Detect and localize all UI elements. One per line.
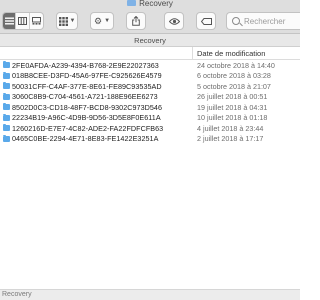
folder-icon [3,113,10,121]
column-view-icon [18,17,28,25]
file-row[interactable]: 0465C0BE-2294-4E71-8E83-FE1422E3251A 2 j… [0,134,300,145]
file-list: 2FE0AFDA-A239-4394-B768-2E9E22027363 24 … [0,60,300,144]
file-name: 1260216D-E7E7-4C82-ADE2-FA22FDFCFB63 [12,123,164,133]
group-by-button[interactable]: ▼ [56,12,78,30]
folder-icon [3,124,10,131]
chevron-down-icon: ▼ [69,18,76,24]
path-bar: Recovery [0,289,300,300]
folder-icon [3,134,10,142]
folder-icon [3,61,10,68]
eye-icon [168,17,180,25]
date-modified-column-header[interactable]: Date de modification [197,49,265,58]
file-row[interactable]: 50031CFF-C4AF-377E-8E61-FE89C93535AD 5 o… [0,81,300,92]
gallery-view-button[interactable] [30,13,43,29]
file-name: 2FE0AFDA-A239-4394-B768-2E9E22027363 [12,60,159,70]
share-icon [132,16,140,26]
search-icon [232,17,240,25]
title-bar: Recovery [0,0,300,8]
file-date: 26 juillet 2018 à 00:51 [197,92,268,102]
list-view-icon [4,17,14,25]
file-date: 10 juillet 2018 à 01:18 [197,113,268,123]
search-input[interactable] [244,16,302,26]
share-button[interactable] [126,12,146,30]
list-view-button[interactable] [3,13,17,29]
file-row[interactable]: 2FE0AFDA-A239-4394-B768-2E9E22027363 24 … [0,60,300,71]
quick-look-button[interactable] [164,12,184,30]
tab-bar: Recovery [0,34,300,47]
window-title-container: Recovery [0,0,300,8]
file-row[interactable]: 8502D0C3-CD18-48F7-BCD8-9302C973D546 19 … [0,102,300,113]
folder-icon [3,71,10,79]
folder-tab-label: Recovery [134,36,166,45]
file-date: 4 juillet 2018 à 23:44 [197,123,264,133]
search-field[interactable] [226,12,302,30]
file-row[interactable]: 018B8CEE-D3FD-45A6-97FE-C925626E4579 6 o… [0,71,300,82]
file-date: 5 octobre 2018 à 21:07 [197,81,271,91]
file-date: 6 octobre 2018 à 03:28 [197,71,271,81]
file-name: 22234B19-A96C-4D9B-9D56-3D5E8F0E611A [12,113,161,123]
file-name: 0465C0BE-2294-4E71-8E83-FE1422E3251A [12,134,159,144]
folder-icon [3,103,10,110]
file-date: 24 octobre 2018 à 14:40 [197,60,275,70]
folder-icon [127,0,137,6]
toolbar: ▼ ⚙ ▼ [0,8,302,34]
gallery-view-icon [31,17,41,25]
chevron-down-icon: ▼ [104,18,111,24]
window-title: Recovery [139,0,173,8]
file-name: 3060C8B9-C704-4561-A721-188E96EE6273 [12,92,158,102]
file-name: 50031CFF-C4AF-377E-8E61-FE89C93535AD [12,81,162,91]
tag-icon [200,17,212,25]
view-mode-segmented-control [2,12,44,30]
edit-tags-button[interactable] [196,12,216,30]
file-date: 19 juillet 2018 à 04:31 [197,102,268,112]
file-name: 8502D0C3-CD18-48F7-BCD8-9302C973D546 [12,102,163,112]
file-date: 2 juillet 2018 à 17:17 [197,134,264,144]
column-header: Date de modification [0,47,300,60]
column-view-button[interactable] [16,13,30,29]
grid-view-icon [58,16,68,26]
file-row[interactable]: 22234B19-A96C-4D9B-9D56-3D5E8F0E611A 10 … [0,113,300,124]
name-column-header[interactable] [0,47,193,59]
gear-icon: ⚙ [93,15,103,26]
file-row[interactable]: 1260216D-E7E7-4C82-ADE2-FA22FDFCFB63 4 j… [0,123,300,134]
action-menu-button[interactable]: ⚙ ▼ [90,12,114,30]
folder-icon [3,82,10,89]
folder-icon [3,92,10,100]
file-name: 018B8CEE-D3FD-45A6-97FE-C925626E4579 [12,71,162,81]
file-row[interactable]: 3060C8B9-C704-4561-A721-188E96EE6273 26 … [0,92,300,103]
path-bar-label[interactable]: Recovery [2,291,32,298]
